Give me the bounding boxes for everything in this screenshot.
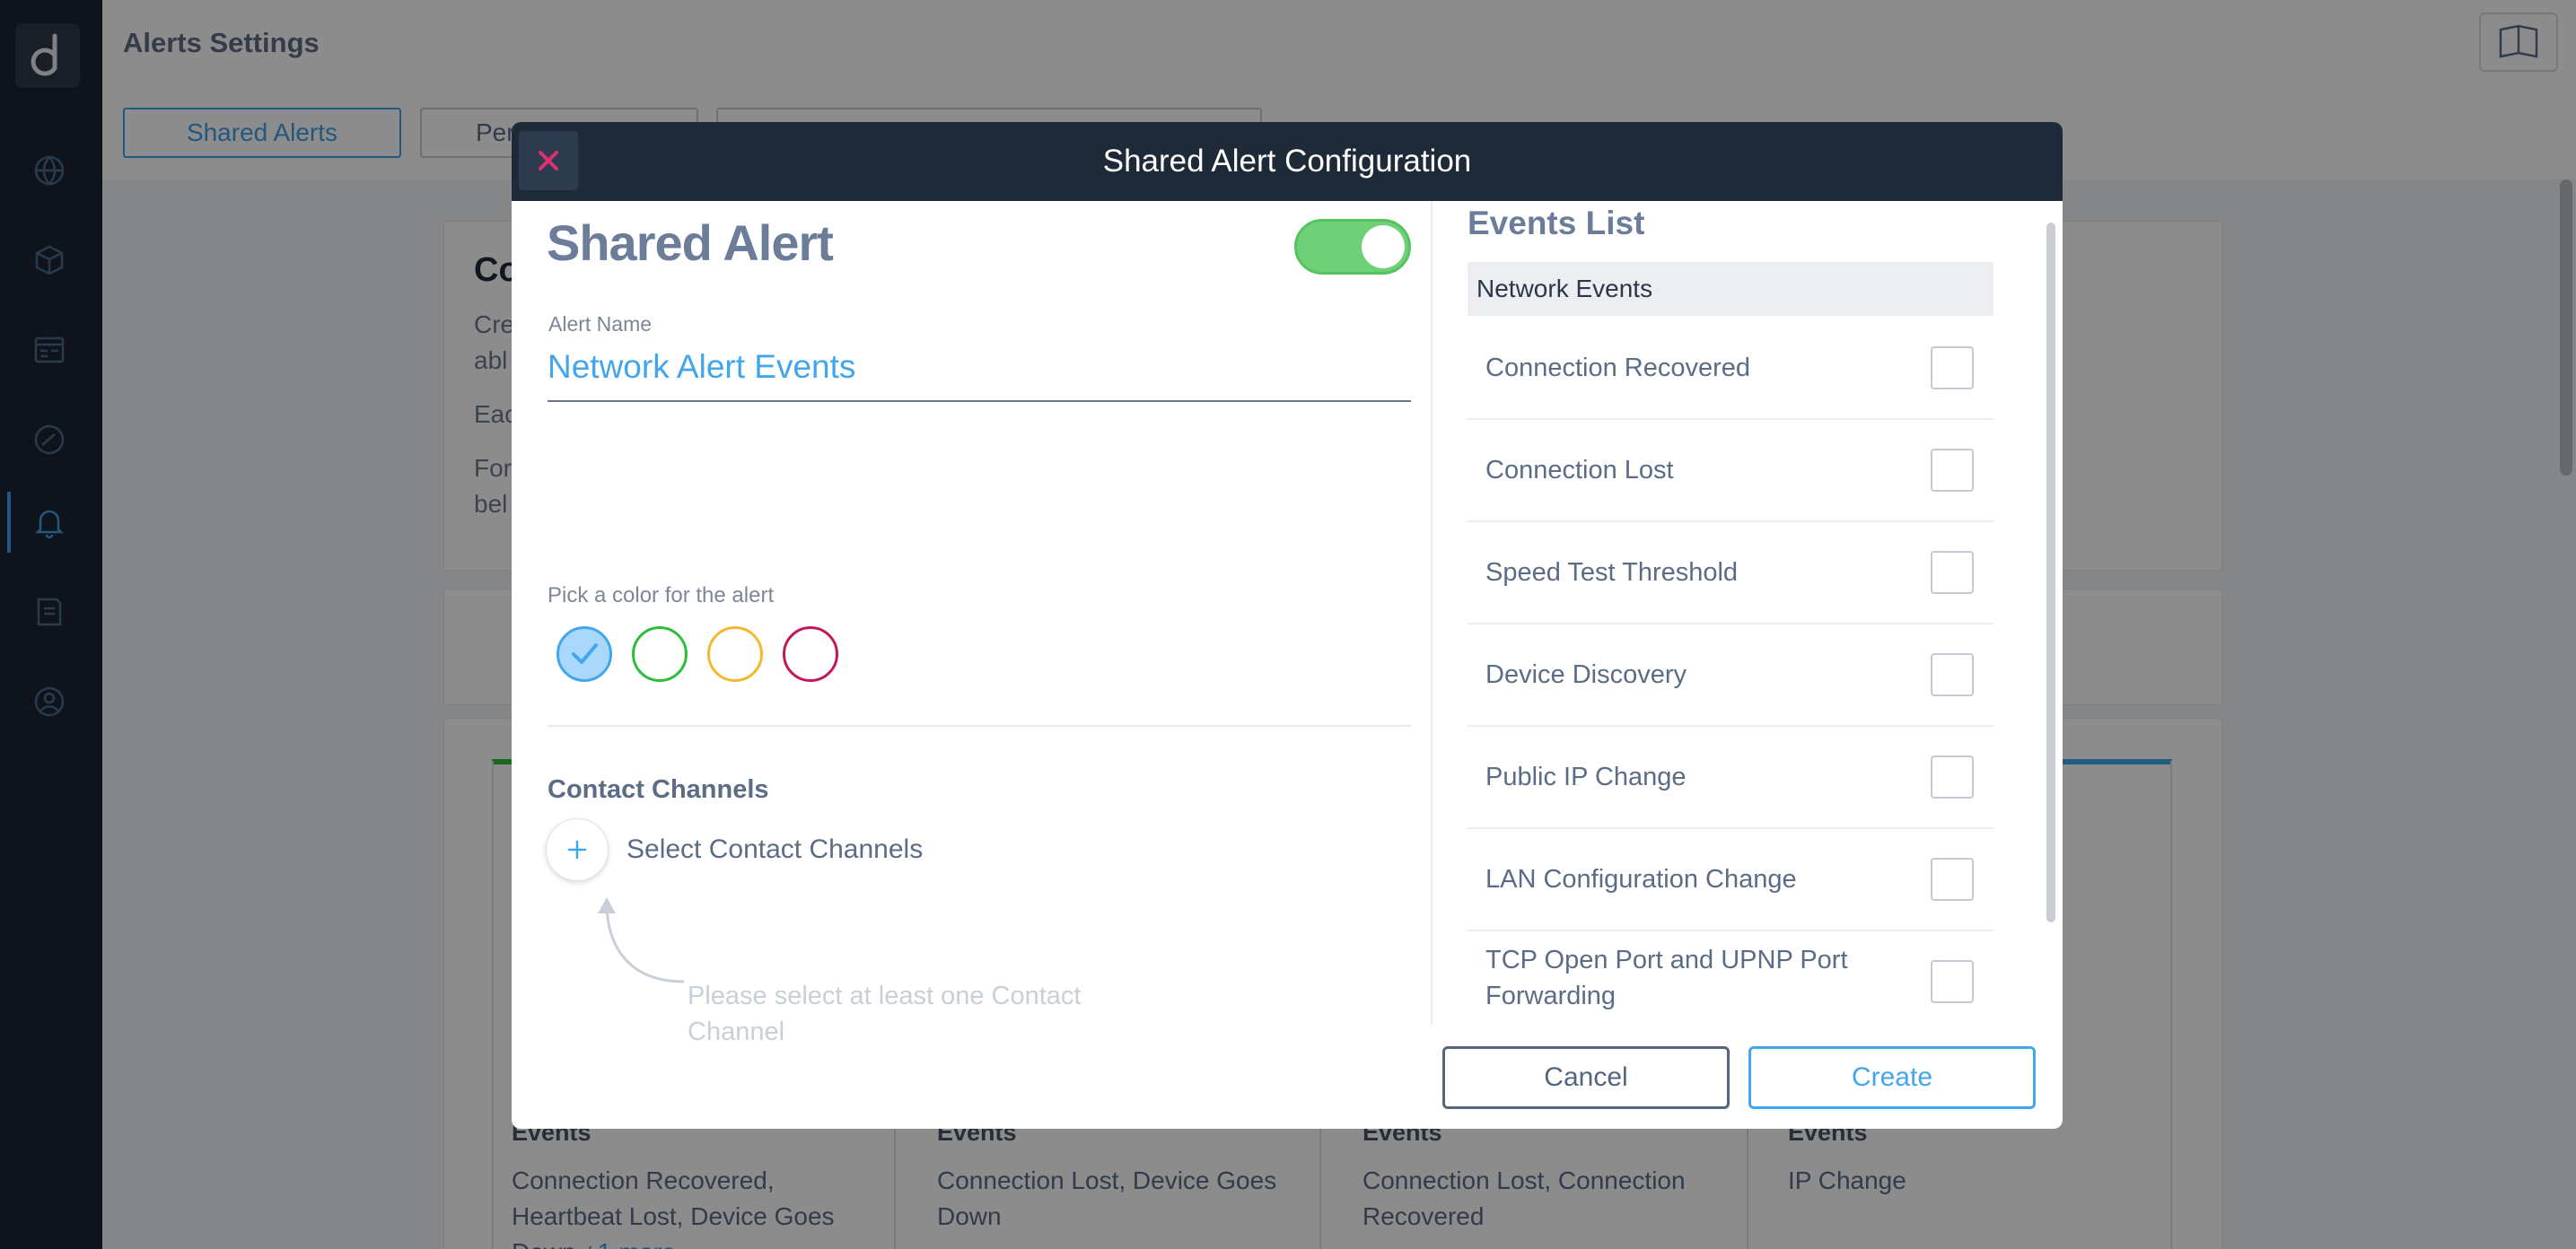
alert-name-label: Alert Name (548, 312, 653, 336)
event-checkbox[interactable] (1931, 858, 1974, 901)
events-scrollbar-thumb[interactable] (2046, 223, 2055, 922)
events-group-header: Network Events (1468, 262, 1993, 316)
color-swatch-green[interactable] (632, 626, 688, 682)
event-label: Device Discovery (1485, 660, 1687, 689)
event-row-lan-configuration-change[interactable]: LAN Configuration Change (1468, 829, 1993, 931)
event-row-public-ip-change[interactable]: Public IP Change (1468, 727, 1993, 829)
shared-alert-modal: Shared Alert Configuration Shared Alert … (512, 122, 2063, 1129)
check-icon (572, 643, 598, 664)
contact-channel-hint: Please select at least one Contact Chann… (688, 982, 1082, 1046)
close-icon (539, 151, 558, 170)
event-row-connection-lost[interactable]: Connection Lost (1468, 420, 1993, 522)
contact-channels-title: Contact Channels (548, 775, 769, 804)
event-row-speed-test-threshold[interactable]: Speed Test Threshold (1468, 522, 1993, 624)
modal-title: Shared Alert Configuration (1102, 144, 1472, 179)
event-checkbox[interactable] (1931, 756, 1974, 799)
alert-form: Shared Alert Alert Name Network Alert Ev… (512, 201, 1431, 1129)
event-checkbox[interactable] (1931, 449, 1974, 492)
event-row-device-discovery[interactable]: Device Discovery (1468, 624, 1993, 727)
event-row-connection-recovered[interactable]: Connection Recovered (1468, 318, 1993, 420)
event-checkbox[interactable] (1931, 653, 1974, 696)
color-swatch-yellow[interactable] (707, 626, 763, 682)
events-list-title: Events List (1468, 205, 1645, 241)
pane-divider (1431, 201, 1433, 1025)
close-button[interactable] (519, 131, 578, 190)
event-label: Connection Lost (1485, 456, 1674, 485)
color-picker-label: Pick a color for the alert (548, 583, 775, 607)
add-contact-channel-button[interactable] (546, 818, 609, 881)
events-scrollbar[interactable] (2046, 223, 2055, 922)
alert-name-input[interactable]: Network Alert Events (548, 348, 1411, 402)
event-label: Speed Test Threshold (1485, 558, 1739, 587)
cancel-button[interactable]: Cancel (1442, 1046, 1730, 1109)
alert-enabled-toggle[interactable] (1294, 219, 1411, 275)
section-title: Shared Alert (547, 214, 834, 271)
select-contact-channels-label[interactable]: Select Contact Channels (626, 834, 923, 865)
event-checkbox[interactable] (1931, 960, 1974, 1003)
event-row-tcp-open-port[interactable]: TCP Open Port and UPNP Port Forwarding (1468, 931, 1993, 1025)
events-group-label: Network Events (1476, 275, 1653, 302)
plus-icon (567, 840, 587, 860)
event-label: Public IP Change (1485, 763, 1687, 791)
event-label: LAN Configuration Change (1485, 865, 1797, 894)
events-list-pane: Events List Network Events Connection Re… (1454, 201, 2028, 1025)
divider (548, 725, 1411, 727)
event-label: TCP Open Port and UPNP Port Forwarding (1485, 946, 1848, 1010)
color-swatch-magenta[interactable] (783, 626, 838, 682)
toggle-knob (1362, 225, 1405, 268)
event-checkbox[interactable] (1931, 346, 1974, 389)
color-swatch-blue[interactable] (556, 626, 612, 682)
create-button[interactable]: Create (1748, 1046, 2036, 1109)
event-label: Connection Recovered (1485, 354, 1751, 382)
event-checkbox[interactable] (1931, 551, 1974, 594)
